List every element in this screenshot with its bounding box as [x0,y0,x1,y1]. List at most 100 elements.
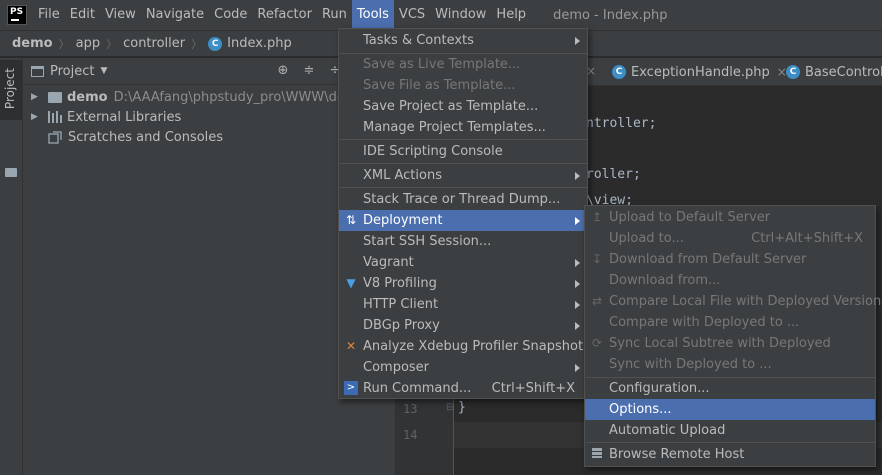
upload-icon: ↥ [591,210,603,224]
submenu-arrow-icon [575,36,580,45]
project-panel-title[interactable]: Project [50,64,94,79]
tab-base-controller[interactable]: C BaseControlle [786,58,882,86]
menu-item-save-project-template[interactable]: Save Project as Template... [339,96,587,117]
menu-item-stack-trace[interactable]: Stack Trace or Thread Dump... [339,189,587,210]
scratches-icon [48,130,62,144]
submenu-arrow-icon [575,279,580,288]
folder-icon[interactable] [5,168,17,177]
left-tool-strip: Project [0,58,23,475]
menu-item-analyze-xdebug[interactable]: ✕ Analyze Xdebug Profiler Snapshot... [339,336,596,357]
menu-item-tasks-contexts[interactable]: Tasks & Contexts [339,30,587,51]
submenu-arrow-icon [575,171,580,180]
menu-item-v8-profiling[interactable]: ▼ V8 Profiling [339,273,587,294]
tab-label: BaseControlle [805,64,882,80]
shortcut-label: Ctrl+Shift+X [491,381,575,396]
menu-run[interactable]: Run [317,0,352,30]
submenu-arrow-icon [575,321,580,330]
code-line[interactable]: } [458,400,466,415]
menu-item-deployment[interactable]: ⇅ Deployment [339,210,587,231]
menu-item-download-default[interactable]: ↧ Download from Default Server [585,249,875,270]
menu-item-automatic-upload[interactable]: Automatic Upload [585,420,875,441]
tree-item-label: Scratches and Consoles [68,129,224,145]
menu-file[interactable]: File [33,0,65,30]
tree-item-path: D:\AAAfang\phpstudy_pro\WWW\demo [113,89,366,105]
php-class-icon: C [208,36,223,51]
xdebug-icon: ✕ [345,339,357,353]
expand-all-icon[interactable]: ≑ [301,63,317,79]
menu-item-run-command[interactable]: > Run Command... Ctrl+Shift+X [339,378,587,399]
terminal-icon: > [344,381,358,395]
tab-exception-handle[interactable]: C ExceptionHandle.php × [612,58,787,86]
window-title: demo - Index.php [553,7,668,23]
menu-edit[interactable]: Edit [65,0,100,30]
chevron-right-icon: 〉 [191,37,203,51]
menu-item-composer[interactable]: Composer [339,357,587,378]
menu-item-compare-local[interactable]: ⇄ Compare Local File with Deployed Versi… [585,291,881,312]
locate-file-icon[interactable]: ⊕ [275,63,291,79]
code-line[interactable]: ntroller; [586,116,656,131]
menu-item-save-file-template[interactable]: Save File as Template... [339,75,587,96]
menu-item-compare-deployed-to[interactable]: Compare with Deployed to ... [585,312,875,333]
menu-item-sync-local-subtree[interactable]: ⟳ Sync Local Subtree with Deployed [585,333,875,354]
shortcut-label: Ctrl+Alt+Shift+X [751,231,863,246]
menu-item-ide-scripting-console[interactable]: IDE Scripting Console [339,141,587,162]
menu-separator [340,139,588,140]
tab-label: ExceptionHandle.php [631,64,770,80]
caret-down-icon[interactable]: ▼ [100,66,107,76]
menu-navigate[interactable]: Navigate [141,0,209,30]
fold-icon[interactable]: ⊟ [446,402,454,413]
breadcrumb-index-php[interactable]: Index.php [227,36,292,51]
phpstorm-logo-icon: PS [7,5,27,25]
breadcrumb-demo[interactable]: demo [12,36,53,51]
menu-item-browse-remote-host[interactable]: Browse Remote Host [585,444,875,465]
menu-vcs[interactable]: VCS [394,0,430,30]
project-panel-tools: ⊕ ≑ ÷ [275,63,343,79]
menu-item-http-client[interactable]: HTTP Client [339,294,587,315]
menu-item-start-ssh[interactable]: Start SSH Session... [339,231,587,252]
menu-item-xml-actions[interactable]: XML Actions [339,165,587,186]
v8-icon: ▼ [346,276,356,290]
submenu-arrow-icon [575,258,580,267]
tree-item-label: External Libraries [67,109,182,125]
download-icon: ↧ [591,252,603,266]
menu-item-manage-project-templates[interactable]: Manage Project Templates... [339,117,587,138]
menu-item-upload-default[interactable]: ↥ Upload to Default Server [585,207,875,228]
sync-icon: ⟳ [591,336,603,350]
menu-item-vagrant[interactable]: Vagrant [339,252,587,273]
chevron-right-icon[interactable]: ▶ [31,112,43,122]
breadcrumb-app[interactable]: app [76,36,100,51]
menu-item-configuration[interactable]: Configuration... [585,378,875,399]
menu-separator [340,187,588,188]
menu-help[interactable]: Help [491,0,531,30]
menu-window[interactable]: Window [430,0,491,30]
menu-view[interactable]: View [100,0,141,30]
menu-item-sync-deployed-to[interactable]: Sync with Deployed to ... [585,354,875,375]
project-window-icon [31,65,44,77]
deployment-submenu: ↥ Upload to Default Server Upload to... … [584,205,881,467]
breadcrumb-controller[interactable]: controller [123,36,185,51]
chevron-right-icon: 〉 [58,37,70,51]
menu-item-options[interactable]: Options... [585,399,875,420]
submenu-arrow-icon [575,300,580,309]
chevron-right-icon[interactable]: ▶ [31,92,43,102]
menu-separator [340,163,588,164]
deployment-icon: ⇅ [345,213,357,227]
menu-tools[interactable]: Tools [351,0,394,30]
chevron-right-icon: 〉 [106,37,118,51]
submenu-arrow-icon [575,216,580,225]
remote-host-icon [590,447,604,461]
menu-item-dbgp-proxy[interactable]: DBGp Proxy [339,315,587,336]
menu-code[interactable]: Code [209,0,252,30]
library-icon [48,111,62,123]
tools-menu: Tasks & Contexts Save as Live Template..… [338,28,596,399]
tree-item-label: demo [67,89,108,105]
php-class-icon: C [786,65,800,79]
project-tool-tab[interactable]: Project [0,60,22,120]
menu-item-save-live-template[interactable]: Save as Live Template... [339,54,587,75]
menu-separator [586,442,876,443]
project-tool-tab-label: Project [3,68,17,110]
code-line[interactable]: roller; [586,167,641,182]
menu-item-download-from[interactable]: Download from... [585,270,875,291]
menu-refactor[interactable]: Refactor [252,0,317,30]
menu-item-upload-to[interactable]: Upload to... Ctrl+Alt+Shift+X [585,228,875,249]
